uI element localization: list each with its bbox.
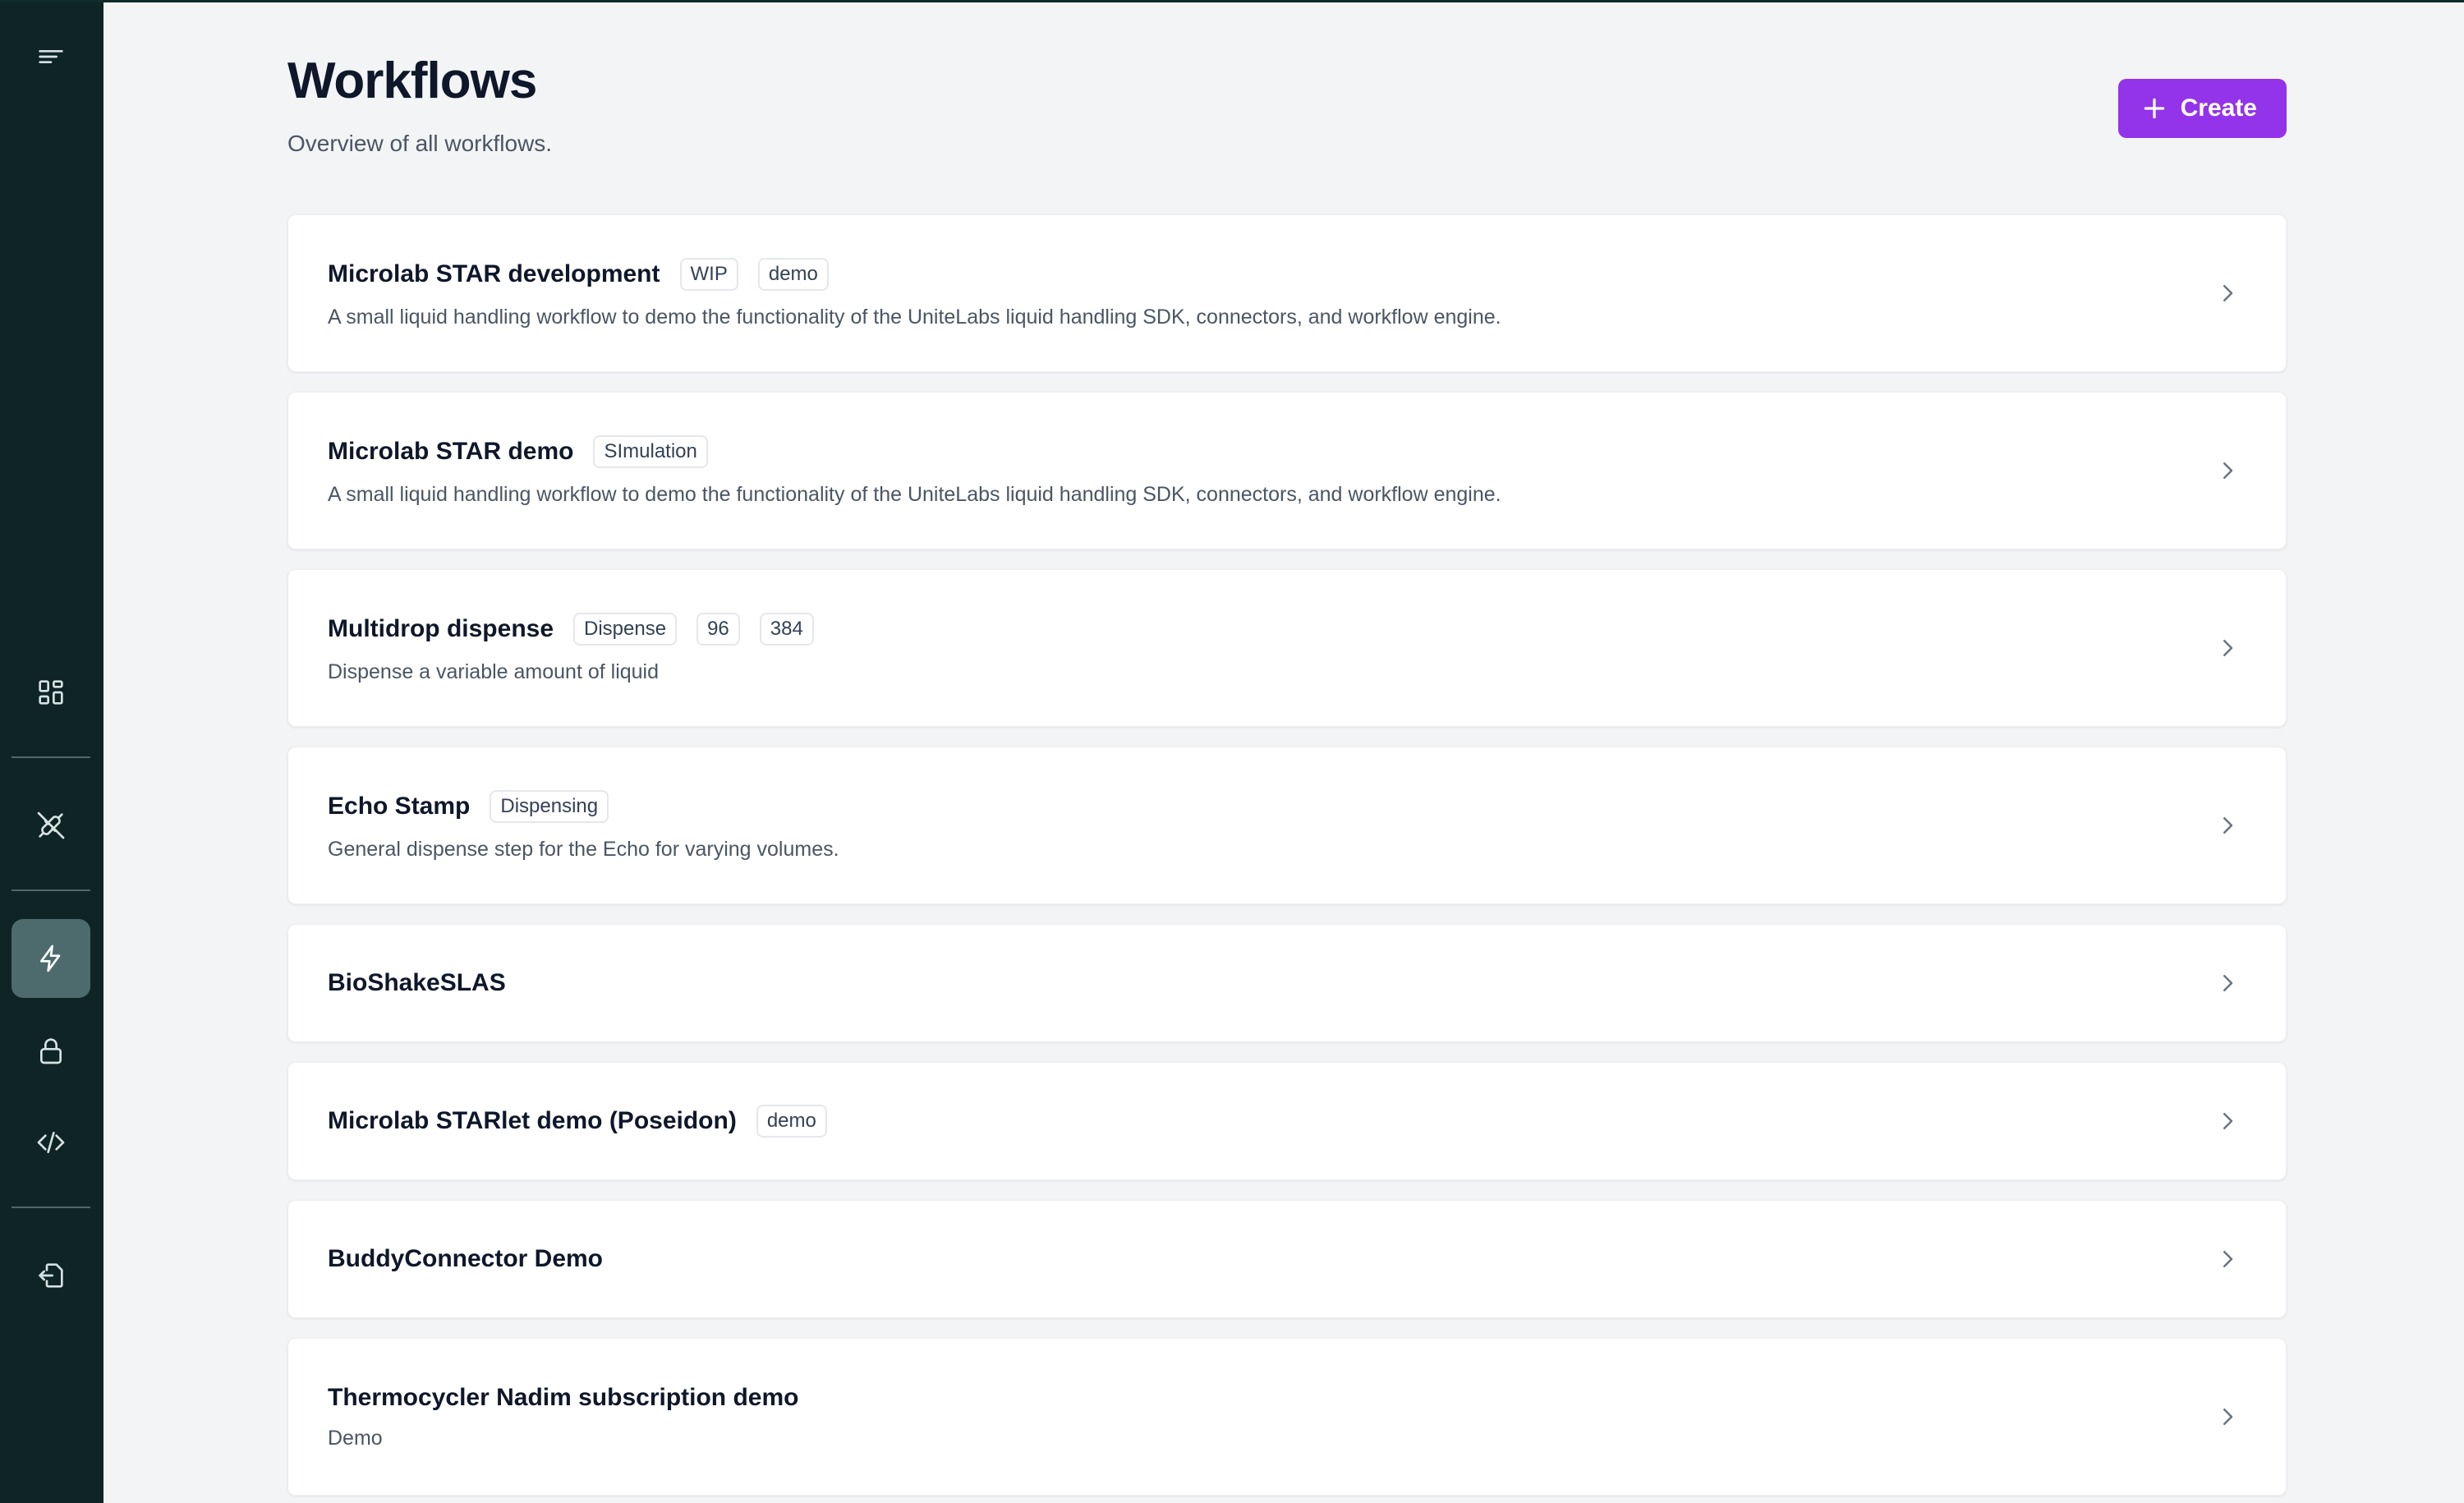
sidebar-divider — [11, 889, 90, 891]
menu-toggle-button[interactable] — [11, 17, 90, 96]
workflow-tag: WIP — [679, 257, 738, 291]
plug-off-icon — [37, 811, 65, 839]
workflow-card-content: BioShakeSLAS — [328, 925, 2195, 1041]
workflow-card[interactable]: Microlab STAR demo SImulation A small liqu… — [287, 392, 2287, 549]
workflow-tag: Dispensing — [490, 789, 609, 823]
sidebar-divider — [11, 1207, 90, 1208]
workflow-card[interactable]: Thermocycler Nadim subscription demo Demo — [287, 1338, 2287, 1496]
chevron-right-icon — [2223, 1251, 2233, 1267]
workflow-title: Microlab STAR development — [328, 260, 660, 287]
workflow-title-row: Microlab STAR demo SImulation — [328, 434, 2195, 468]
chevron-right-icon — [2223, 1113, 2233, 1129]
sidebar-item-developer[interactable] — [11, 1103, 90, 1182]
page-subtitle: Overview of all workflows. — [287, 131, 553, 156]
workflow-title-row: Microlab STAR development WIP demo — [328, 257, 2195, 291]
page-title: Workflows — [287, 53, 537, 109]
menu-icon — [39, 50, 63, 63]
lightning-icon — [40, 945, 61, 972]
chevron-right-icon — [2223, 640, 2233, 656]
workflow-title: Microlab STARlet demo (Poseidon) — [328, 1107, 737, 1134]
workflow-card-content: Microlab STAR development WIP demo A small … — [328, 215, 2195, 371]
sidebar — [0, 2, 103, 1503]
sidebar-divider — [11, 756, 90, 758]
workflow-title: Thermocycler Nadim subscription demo — [328, 1383, 799, 1411]
plus-icon — [2144, 98, 2164, 119]
workflow-card[interactable]: Echo Stamp Dispensing General dispense ste… — [287, 747, 2287, 904]
workflow-title: Multidrop dispense — [328, 614, 554, 642]
workflow-card[interactable]: Microlab STAR development WIP demo A small … — [287, 214, 2287, 372]
workflow-title-row: Thermocycler Nadim subscription demo — [328, 1384, 2195, 1412]
lock-icon — [40, 1038, 62, 1064]
sidebar-item-workflows[interactable] — [11, 919, 90, 998]
workflow-description: A small liquid handling workflow to demo… — [328, 482, 1501, 506]
chevron-right-icon — [2223, 817, 2233, 834]
workflow-card[interactable]: Microlab STARlet demo (Poseidon) demo — [287, 1062, 2287, 1180]
workflow-tag: demo — [756, 1105, 827, 1138]
workflow-title-row: Multidrop dispense Dispense 96 384 — [328, 612, 2195, 646]
workflow-title-row: Echo Stamp Dispensing — [328, 789, 2195, 823]
workflow-title-row: BioShakeSLAS — [328, 969, 2195, 997]
workflow-tag: SImulation — [593, 434, 708, 468]
grid-icon — [39, 680, 63, 705]
sidebar-item-logout[interactable] — [11, 1236, 90, 1315]
create-button-label: Create — [2180, 94, 2257, 122]
workflow-title: BuddyConnector Demo — [328, 1245, 604, 1272]
workflow-card-content: Microlab STAR demo SImulation A small liqu… — [328, 393, 2195, 549]
sidebar-item-connectors[interactable] — [11, 786, 90, 865]
workflow-title: BioShakeSLAS — [328, 969, 506, 996]
workflow-tag: demo — [757, 257, 829, 291]
workflow-title-row: Microlab STARlet demo (Poseidon) demo — [328, 1105, 2195, 1138]
workflow-card-content: Multidrop dispense Dispense 96 384 Dispense … — [328, 570, 2195, 726]
chevron-right-icon — [2223, 462, 2233, 479]
workflow-card-content: Echo Stamp Dispensing General dispense ste… — [328, 747, 2195, 903]
workflow-description: A small liquid handling workflow to demo… — [328, 305, 1501, 329]
sidebar-item-security[interactable] — [11, 1011, 90, 1090]
workflow-title: Echo Stamp — [328, 792, 471, 820]
chevron-right-icon — [2223, 1409, 2233, 1425]
workflow-description: Demo — [328, 1426, 383, 1450]
sidebar-item-dashboard[interactable] — [11, 653, 90, 732]
workflow-card[interactable]: BuddyConnector Demo — [287, 1200, 2287, 1318]
workflow-card[interactable]: Multidrop dispense Dispense 96 384 Dispense … — [287, 569, 2287, 727]
workflow-tag: Dispense — [573, 612, 678, 646]
code-icon — [37, 1132, 65, 1153]
workflow-tag: 384 — [759, 612, 814, 646]
workflow-title: Microlab STAR demo — [328, 437, 574, 465]
workflow-tag: 96 — [696, 612, 740, 646]
logout-icon — [39, 1263, 63, 1288]
workflow-title-row: BuddyConnector Demo — [328, 1245, 2195, 1273]
workflow-description: Dispense a variable amount of liquid — [328, 660, 660, 683]
chevron-right-icon — [2223, 285, 2233, 301]
workflow-card-content: Microlab STARlet demo (Poseidon) demo — [328, 1063, 2195, 1179]
workflow-card-content: Thermocycler Nadim subscription demo Demo — [328, 1339, 2195, 1495]
create-button[interactable]: Create — [2117, 79, 2287, 138]
chevron-right-icon — [2223, 975, 2233, 991]
workflow-card-content: BuddyConnector Demo — [328, 1201, 2195, 1317]
workflow-description: General dispense step for the Echo for v… — [328, 837, 839, 861]
workflow-card[interactable]: BioShakeSLAS — [287, 924, 2287, 1042]
